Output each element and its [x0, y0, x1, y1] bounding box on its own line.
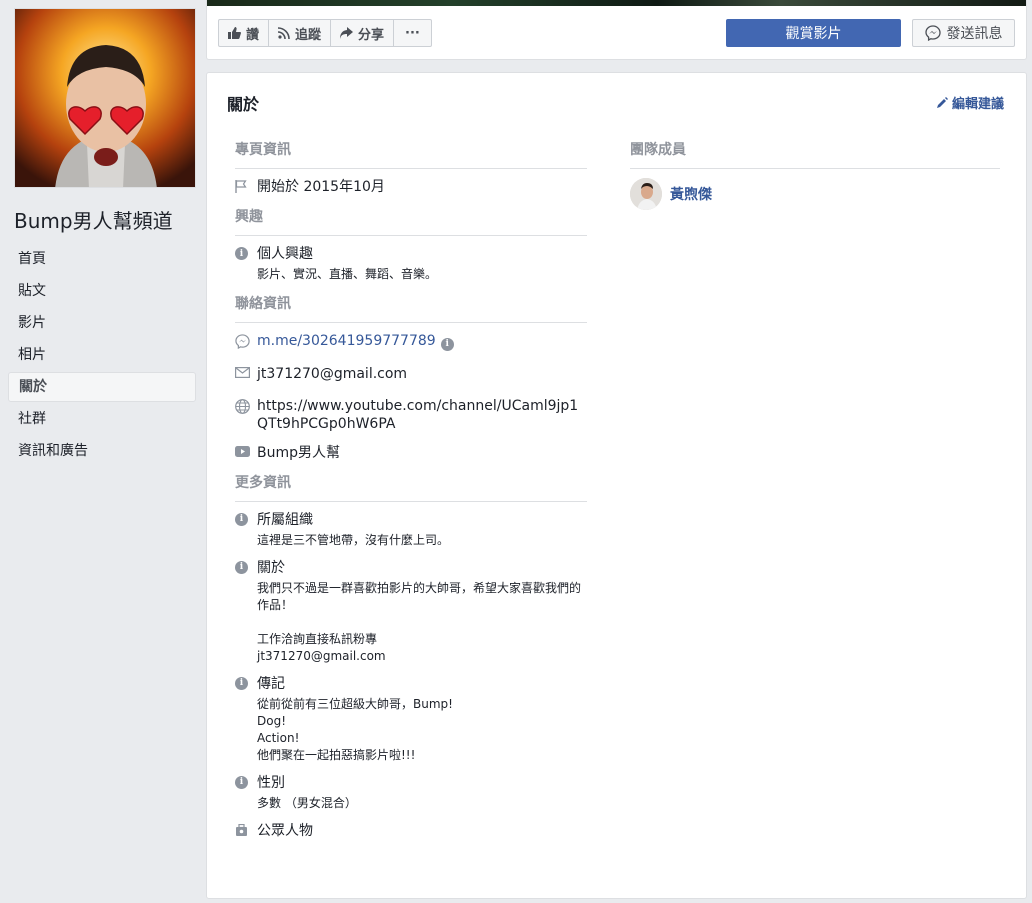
share-arrow-icon	[340, 27, 354, 39]
follow-button[interactable]: 追蹤	[269, 20, 332, 46]
info-icon[interactable]: i	[440, 337, 454, 351]
info-icon: i	[235, 247, 248, 260]
contact-heading: 聯絡資訊	[235, 293, 587, 323]
email-row: jt371270@gmail.com	[235, 365, 587, 383]
page-nav: 首頁 貼文 影片 相片 關於 社群 資訊和廣告	[8, 244, 196, 468]
follow-label: 追蹤	[295, 27, 322, 43]
send-message-label: 發送訊息	[946, 26, 1003, 42]
category-row: 公眾人物	[235, 822, 587, 840]
globe-icon	[235, 398, 250, 414]
edit-suggestion-label: 編輯建議	[951, 97, 1004, 112]
messenger-icon	[924, 25, 941, 41]
page-action-group: 讚 追蹤 分享 ···	[218, 19, 432, 47]
started-date: 開始於 2015年10月	[257, 179, 385, 195]
member-avatar-image	[630, 178, 662, 210]
email-link[interactable]: jt371270@gmail.com	[257, 365, 407, 383]
started-row: 開始於 2015年10月	[235, 178, 587, 196]
share-button[interactable]: 分享	[331, 20, 395, 46]
biography-line: 從前從前有三位超級大帥哥，Bump!	[257, 696, 453, 711]
member-name[interactable]: 黃煦傑	[670, 184, 712, 204]
rss-follow-icon	[278, 27, 290, 39]
pencil-icon	[936, 97, 948, 108]
youtube-row: Bump男人幫	[235, 444, 587, 462]
edit-suggestion-link[interactable]: 編輯建議	[936, 93, 1004, 112]
more-info-heading: 更多資訊	[235, 472, 587, 502]
category-tag-icon	[236, 823, 247, 836]
interests-heading: 興趣	[235, 206, 587, 236]
about-card: 關於 編輯建議 專頁資訊 開始於 2015年10月 興趣 i 個人興趣 影片、實…	[206, 72, 1027, 899]
biography-label: 傳記	[257, 675, 285, 692]
cover-photo-edge	[207, 0, 1026, 6]
nav-item-about[interactable]: 關於	[8, 372, 196, 402]
about-text-line: 我們只不過是一群喜歡拍影片的大帥哥，希望大家喜歡我們的作品！	[257, 580, 582, 612]
messenger-row: m.me/302641959777789 i	[235, 332, 587, 351]
info-icon: i	[235, 560, 248, 574]
website-link[interactable]: https://www.youtube.com/channel/UCaml9jp…	[257, 397, 587, 433]
like-button[interactable]: 讚	[219, 20, 270, 46]
left-column: Bump男人幫頻道 首頁 貼文 影片 相片 關於 社群 資訊和廣告	[0, 0, 206, 903]
organization-label: 所屬組織	[257, 511, 313, 528]
thumbs-up-icon	[228, 27, 241, 39]
send-message-button[interactable]: 發送訊息	[912, 19, 1015, 47]
team-member[interactable]: 黃煦傑	[630, 178, 1000, 210]
biography-line: 他們聚在一起拍惡搞影片啦!!!	[257, 747, 416, 762]
messenger-link[interactable]: m.me/302641959777789	[257, 333, 436, 349]
messenger-icon	[235, 334, 250, 349]
about-text-email: jt371270@gmail.com	[257, 648, 386, 663]
page-info-heading: 專頁資訊	[235, 139, 587, 169]
team-members-column: 團隊成員 黃煦傑	[630, 139, 1000, 210]
about-text-row: i 關於 我們只不過是一群喜歡拍影片的大帥哥，希望大家喜歡我們的作品！ 工作洽詢…	[235, 559, 587, 665]
more-dots-icon: ···	[405, 25, 420, 41]
biography-line: Dog!	[257, 713, 287, 728]
info-icon: i	[235, 676, 248, 690]
interests-row: i 個人興趣 影片、實況、直播、舞蹈、音樂。	[235, 245, 587, 283]
nav-item-posts[interactable]: 貼文	[8, 276, 196, 306]
nav-item-community[interactable]: 社群	[8, 404, 196, 434]
page-action-bar: 讚 追蹤 分享 ··· 觀賞影片 發送訊息	[206, 0, 1027, 60]
info-icon: i	[235, 775, 248, 789]
about-text-line: 工作洽詢直接私訊粉專	[257, 631, 378, 646]
member-avatar[interactable]	[630, 178, 662, 210]
envelope-icon	[235, 366, 250, 378]
gender-row: i 性別 多數 （男女混合）	[235, 774, 587, 812]
like-label: 讚	[246, 27, 260, 43]
interests-value: 影片、實況、直播、舞蹈、音樂。	[257, 267, 438, 281]
gender-label: 性別	[257, 774, 285, 791]
share-label: 分享	[358, 27, 385, 43]
about-details-column: 專頁資訊 開始於 2015年10月 興趣 i 個人興趣 影片、實況、直播、舞蹈、…	[235, 139, 587, 850]
nav-item-info-and-ads[interactable]: 資訊和廣告	[8, 436, 196, 466]
biography-row: i 傳記 從前從前有三位超級大帥哥，Bump! Dog! Action! 他們聚…	[235, 675, 587, 764]
profile-photo-image	[15, 9, 195, 187]
page-name[interactable]: Bump男人幫頻道	[14, 205, 173, 234]
nav-item-videos[interactable]: 影片	[8, 308, 196, 338]
biography-line: Action!	[257, 730, 300, 745]
nav-item-photos[interactable]: 相片	[8, 340, 196, 370]
youtube-icon	[235, 445, 250, 457]
organization-row: i 所屬組織 這裡是三不管地帶，沒有什麼上司。	[235, 511, 587, 549]
gender-value: 多數 （男女混合）	[257, 795, 357, 810]
team-members-heading: 團隊成員	[630, 139, 1000, 169]
about-title: 關於	[227, 95, 260, 114]
info-icon: i	[235, 512, 248, 526]
website-row: https://www.youtube.com/channel/UCaml9jp…	[235, 397, 587, 433]
nav-item-home[interactable]: 首頁	[8, 244, 196, 274]
category-link[interactable]: 公眾人物	[257, 822, 313, 840]
flag-icon	[235, 180, 247, 193]
interests-label: 個人興趣	[257, 246, 313, 262]
about-text-label: 關於	[257, 559, 285, 576]
more-options-button[interactable]: ···	[394, 20, 431, 46]
profile-picture[interactable]	[14, 8, 196, 188]
youtube-channel-name[interactable]: Bump男人幫	[257, 444, 340, 462]
organization-value: 這裡是三不管地帶，沒有什麼上司。	[257, 532, 450, 547]
watch-video-button[interactable]: 觀賞影片	[726, 19, 901, 47]
